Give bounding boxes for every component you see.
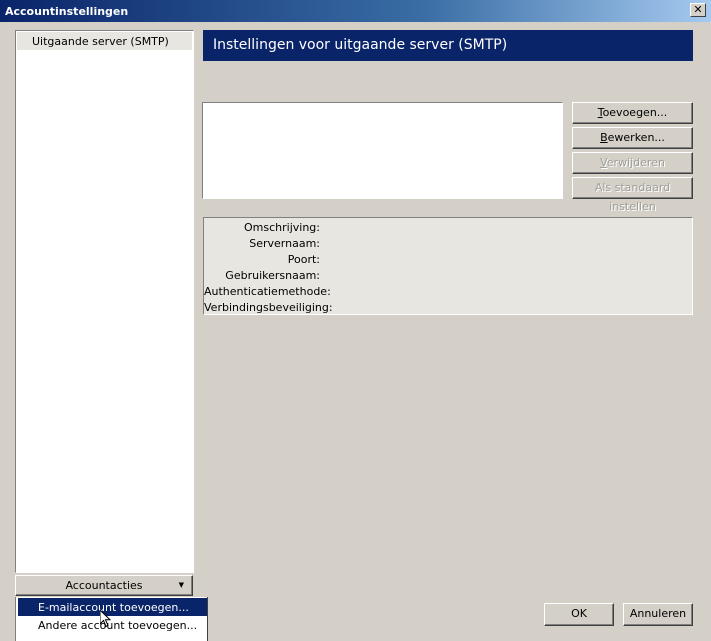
detail-label-servername: Servernaam: <box>249 237 320 250</box>
account-actions-label: Accountacties <box>65 579 143 592</box>
server-details-panel: Omschrijving: Servernaam: Poort: Gebruik… <box>203 217 693 315</box>
detail-label-description: Omschrijving: <box>244 221 320 234</box>
detail-label-username: Gebruikersnaam: <box>225 269 320 282</box>
tree-item-outgoing-server[interactable]: Uitgaande server (SMTP) <box>17 32 192 50</box>
menu-item-add-other-account[interactable]: Andere account toevoegen... <box>18 616 207 634</box>
cancel-button[interactable]: Annuleren <box>623 603 693 626</box>
close-icon[interactable]: ✕ <box>690 3 706 17</box>
set-default-button[interactable]: Als standaard instellen <box>572 177 693 213</box>
mouse-pointer-icon <box>100 610 112 628</box>
window-titlebar: Accountinstellingen ✕ <box>0 0 711 22</box>
remove-label: erwijderen <box>606 156 665 169</box>
add-label: oevoegen... <box>602 106 668 119</box>
detail-label-connection-security: Verbindingsbeveiliging: <box>204 301 333 314</box>
remove-server-button[interactable]: Verwijderen <box>572 152 693 174</box>
account-actions-button[interactable]: Accountacties ▼ <box>15 575 193 596</box>
ok-button[interactable]: OK <box>544 603 614 626</box>
remove-accel-key: V <box>600 156 607 169</box>
edit-server-button[interactable]: Bewerken... <box>572 127 693 149</box>
account-tree[interactable]: Uitgaande server (SMTP) <box>15 30 194 573</box>
detail-label-port: Poort: <box>287 253 320 266</box>
edit-accel-key: B <box>600 131 608 144</box>
edit-label: ewerken... <box>607 131 665 144</box>
menu-item-add-email-account[interactable]: E-mailaccount toevoegen... <box>18 598 207 616</box>
page-title: Instellingen voor uitgaande server (SMTP… <box>203 30 693 61</box>
add-server-button[interactable]: Toevoegen... <box>572 102 693 124</box>
smtp-server-list[interactable] <box>202 102 563 199</box>
window-title: Accountinstellingen <box>5 5 129 18</box>
triangle-down-icon: ▼ <box>178 581 184 589</box>
detail-label-auth-method: Authenticatiemethode: <box>204 285 331 298</box>
